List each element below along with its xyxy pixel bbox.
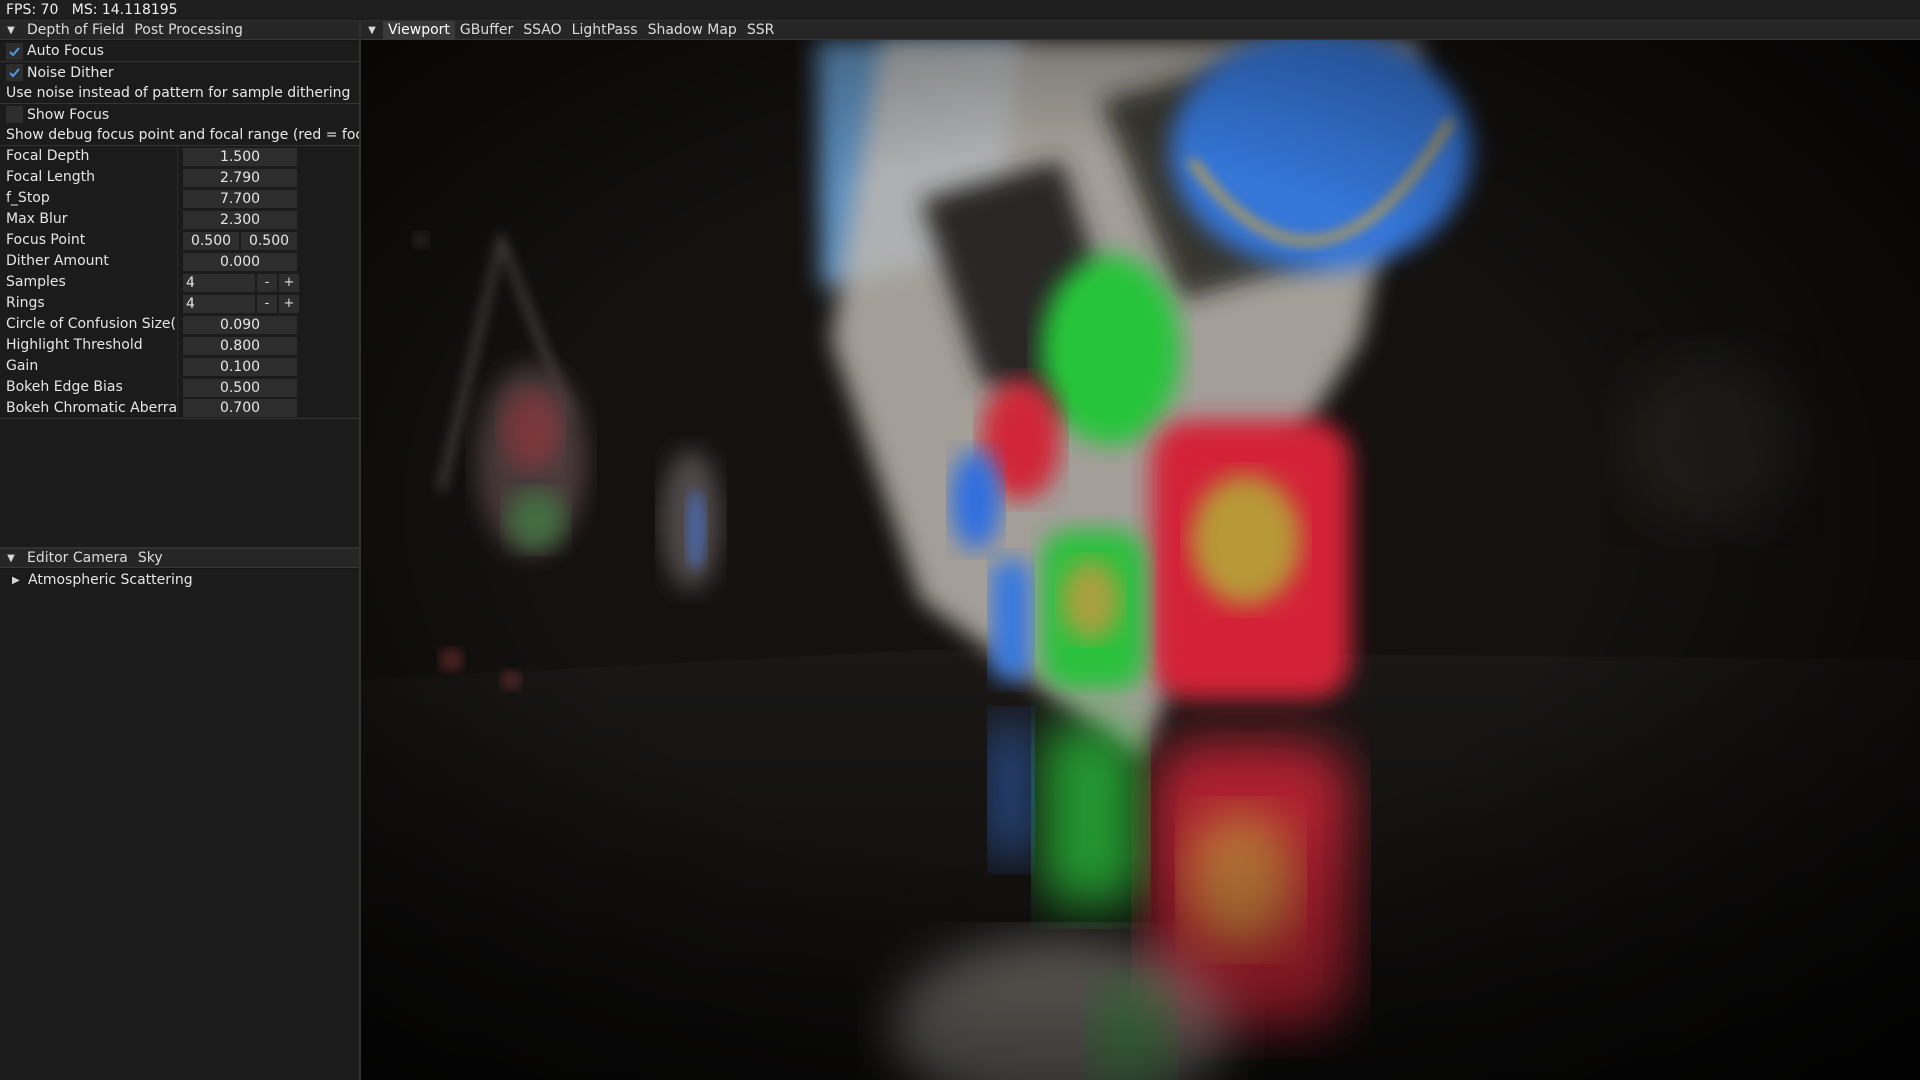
bokeh-chromatic-aberration-label: Bokeh Chromatic Aberration	[0, 397, 178, 419]
property-row: Samples 4 - +	[0, 272, 359, 293]
collapse-triangle-icon[interactable]: ▼	[0, 21, 22, 40]
tab-sky[interactable]: Sky	[133, 549, 168, 568]
highlight-threshold-label: Highlight Threshold	[0, 335, 178, 356]
samples-input[interactable]: 4	[183, 273, 255, 292]
dither-amount-label: Dither Amount	[0, 251, 178, 272]
camera-sky-tab-bar: ▼ Editor Camera Sky	[0, 549, 359, 568]
auto-focus-label: Auto Focus	[27, 43, 104, 59]
gain-field[interactable]: 0.100	[183, 357, 297, 376]
coc-size-label: Circle of Confusion Size(mm)	[0, 314, 178, 335]
focal-length-field[interactable]: 2.790	[183, 168, 297, 187]
f-stop-label: f_Stop	[0, 188, 178, 209]
rings-stepper: 4 - +	[183, 294, 299, 313]
rings-decrement-button[interactable]: -	[257, 294, 277, 313]
dither-amount-field[interactable]: 0.000	[183, 252, 297, 271]
tab-shadow-map[interactable]: Shadow Map	[643, 21, 742, 40]
sky-panel: ▶ Atmospheric Scattering	[0, 569, 359, 1080]
property-row: Bokeh Edge Bias 0.500	[0, 377, 359, 398]
tab-ssao[interactable]: SSAO	[518, 21, 566, 40]
samples-stepper: 4 - +	[183, 273, 299, 292]
tab-viewport[interactable]: Viewport	[383, 20, 455, 40]
viewport-render[interactable]	[361, 40, 1920, 1080]
focus-point-y-field[interactable]: 0.500	[241, 231, 297, 250]
property-row: Focus Point 0.500 0.500	[0, 230, 359, 251]
samples-increment-button[interactable]: +	[279, 273, 299, 292]
tab-lightpass[interactable]: LightPass	[567, 21, 643, 40]
tree-item-atmospheric-scattering[interactable]: ▶ Atmospheric Scattering	[0, 569, 359, 591]
focus-point-x-field[interactable]: 0.500	[183, 231, 239, 250]
property-row: Gain 0.100	[0, 356, 359, 377]
property-row: Max Blur 2.300	[0, 209, 359, 230]
max-blur-field[interactable]: 2.300	[183, 210, 297, 229]
scene-render-image	[361, 40, 1920, 1080]
property-row: Dither Amount 0.000	[0, 251, 359, 272]
focal-depth-label: Focal Depth	[0, 146, 178, 167]
noise-dither-row[interactable]: Noise Dither	[0, 62, 359, 83]
noise-dither-hint-row: Use noise instead of pattern for sample …	[0, 83, 359, 104]
bokeh-edge-bias-field[interactable]: 0.500	[183, 378, 297, 397]
show-focus-row[interactable]: Show Focus	[0, 104, 359, 125]
focus-point-label: Focus Point	[0, 230, 178, 251]
samples-decrement-button[interactable]: -	[257, 273, 277, 292]
viewport-tab-bar: ▼ Viewport GBuffer SSAO LightPass Shadow…	[361, 20, 1920, 40]
frame-time-readout: MS: 14.118195	[71, 2, 178, 18]
property-row: f_Stop 7.700	[0, 188, 359, 209]
tab-ssr[interactable]: SSR	[742, 21, 780, 40]
stats-bar: FPS: 70 MS: 14.118195	[0, 0, 1920, 21]
show-focus-checkbox[interactable]	[6, 106, 23, 123]
tab-post-processing[interactable]: Post Processing	[129, 21, 248, 40]
property-row: Focal Length 2.790	[0, 167, 359, 188]
focal-length-label: Focal Length	[0, 167, 178, 188]
checkmark-icon	[9, 68, 20, 78]
collapse-triangle-icon[interactable]: ▼	[0, 549, 22, 568]
highlight-threshold-field[interactable]: 0.800	[183, 336, 297, 355]
checkmark-icon	[9, 46, 20, 56]
rings-increment-button[interactable]: +	[279, 294, 299, 313]
bokeh-chromatic-aberration-field[interactable]: 0.700	[183, 399, 297, 417]
dof-tab-bar: ▼ Depth of Field Post Processing	[0, 21, 359, 40]
coc-size-field[interactable]: 0.090	[183, 315, 297, 334]
noise-dither-checkbox[interactable]	[6, 64, 23, 81]
focal-depth-field[interactable]: 1.500	[183, 147, 297, 166]
property-row: Focal Depth 1.500	[0, 146, 359, 167]
fps-readout: FPS: 70	[6, 2, 59, 18]
rings-input[interactable]: 4	[183, 294, 255, 313]
tree-item-label: Atmospheric Scattering	[28, 572, 193, 588]
expand-arrow-icon[interactable]: ▶	[12, 575, 28, 586]
property-row: Circle of Confusion Size(mm) 0.090	[0, 314, 359, 335]
bokeh-edge-bias-label: Bokeh Edge Bias	[0, 377, 178, 398]
tab-gbuffer[interactable]: GBuffer	[455, 21, 518, 40]
rings-label: Rings	[0, 293, 178, 314]
tab-editor-camera[interactable]: Editor Camera	[22, 549, 133, 568]
max-blur-label: Max Blur	[0, 209, 178, 230]
property-row: Rings 4 - +	[0, 293, 359, 314]
f-stop-field[interactable]: 7.700	[183, 189, 297, 208]
gain-label: Gain	[0, 356, 178, 377]
auto-focus-row[interactable]: Auto Focus	[0, 41, 359, 62]
show-focus-label: Show Focus	[27, 106, 110, 123]
noise-dither-label: Noise Dither	[27, 64, 114, 81]
collapse-triangle-icon[interactable]: ▼	[361, 21, 383, 40]
samples-label: Samples	[0, 272, 178, 293]
show-focus-hint-row: Show debug focus point and focal range (…	[0, 125, 359, 146]
show-focus-hint: Show debug focus point and focal range (…	[6, 127, 359, 143]
depth-of-field-panel: Auto Focus Noise Dither Use noise instea…	[0, 41, 359, 547]
noise-dither-hint: Use noise instead of pattern for sample …	[6, 85, 351, 101]
tab-depth-of-field[interactable]: Depth of Field	[22, 21, 129, 40]
property-row: Highlight Threshold 0.800	[0, 335, 359, 356]
property-row: Bokeh Chromatic Aberration 0.700	[0, 397, 359, 419]
auto-focus-checkbox[interactable]	[6, 42, 23, 60]
